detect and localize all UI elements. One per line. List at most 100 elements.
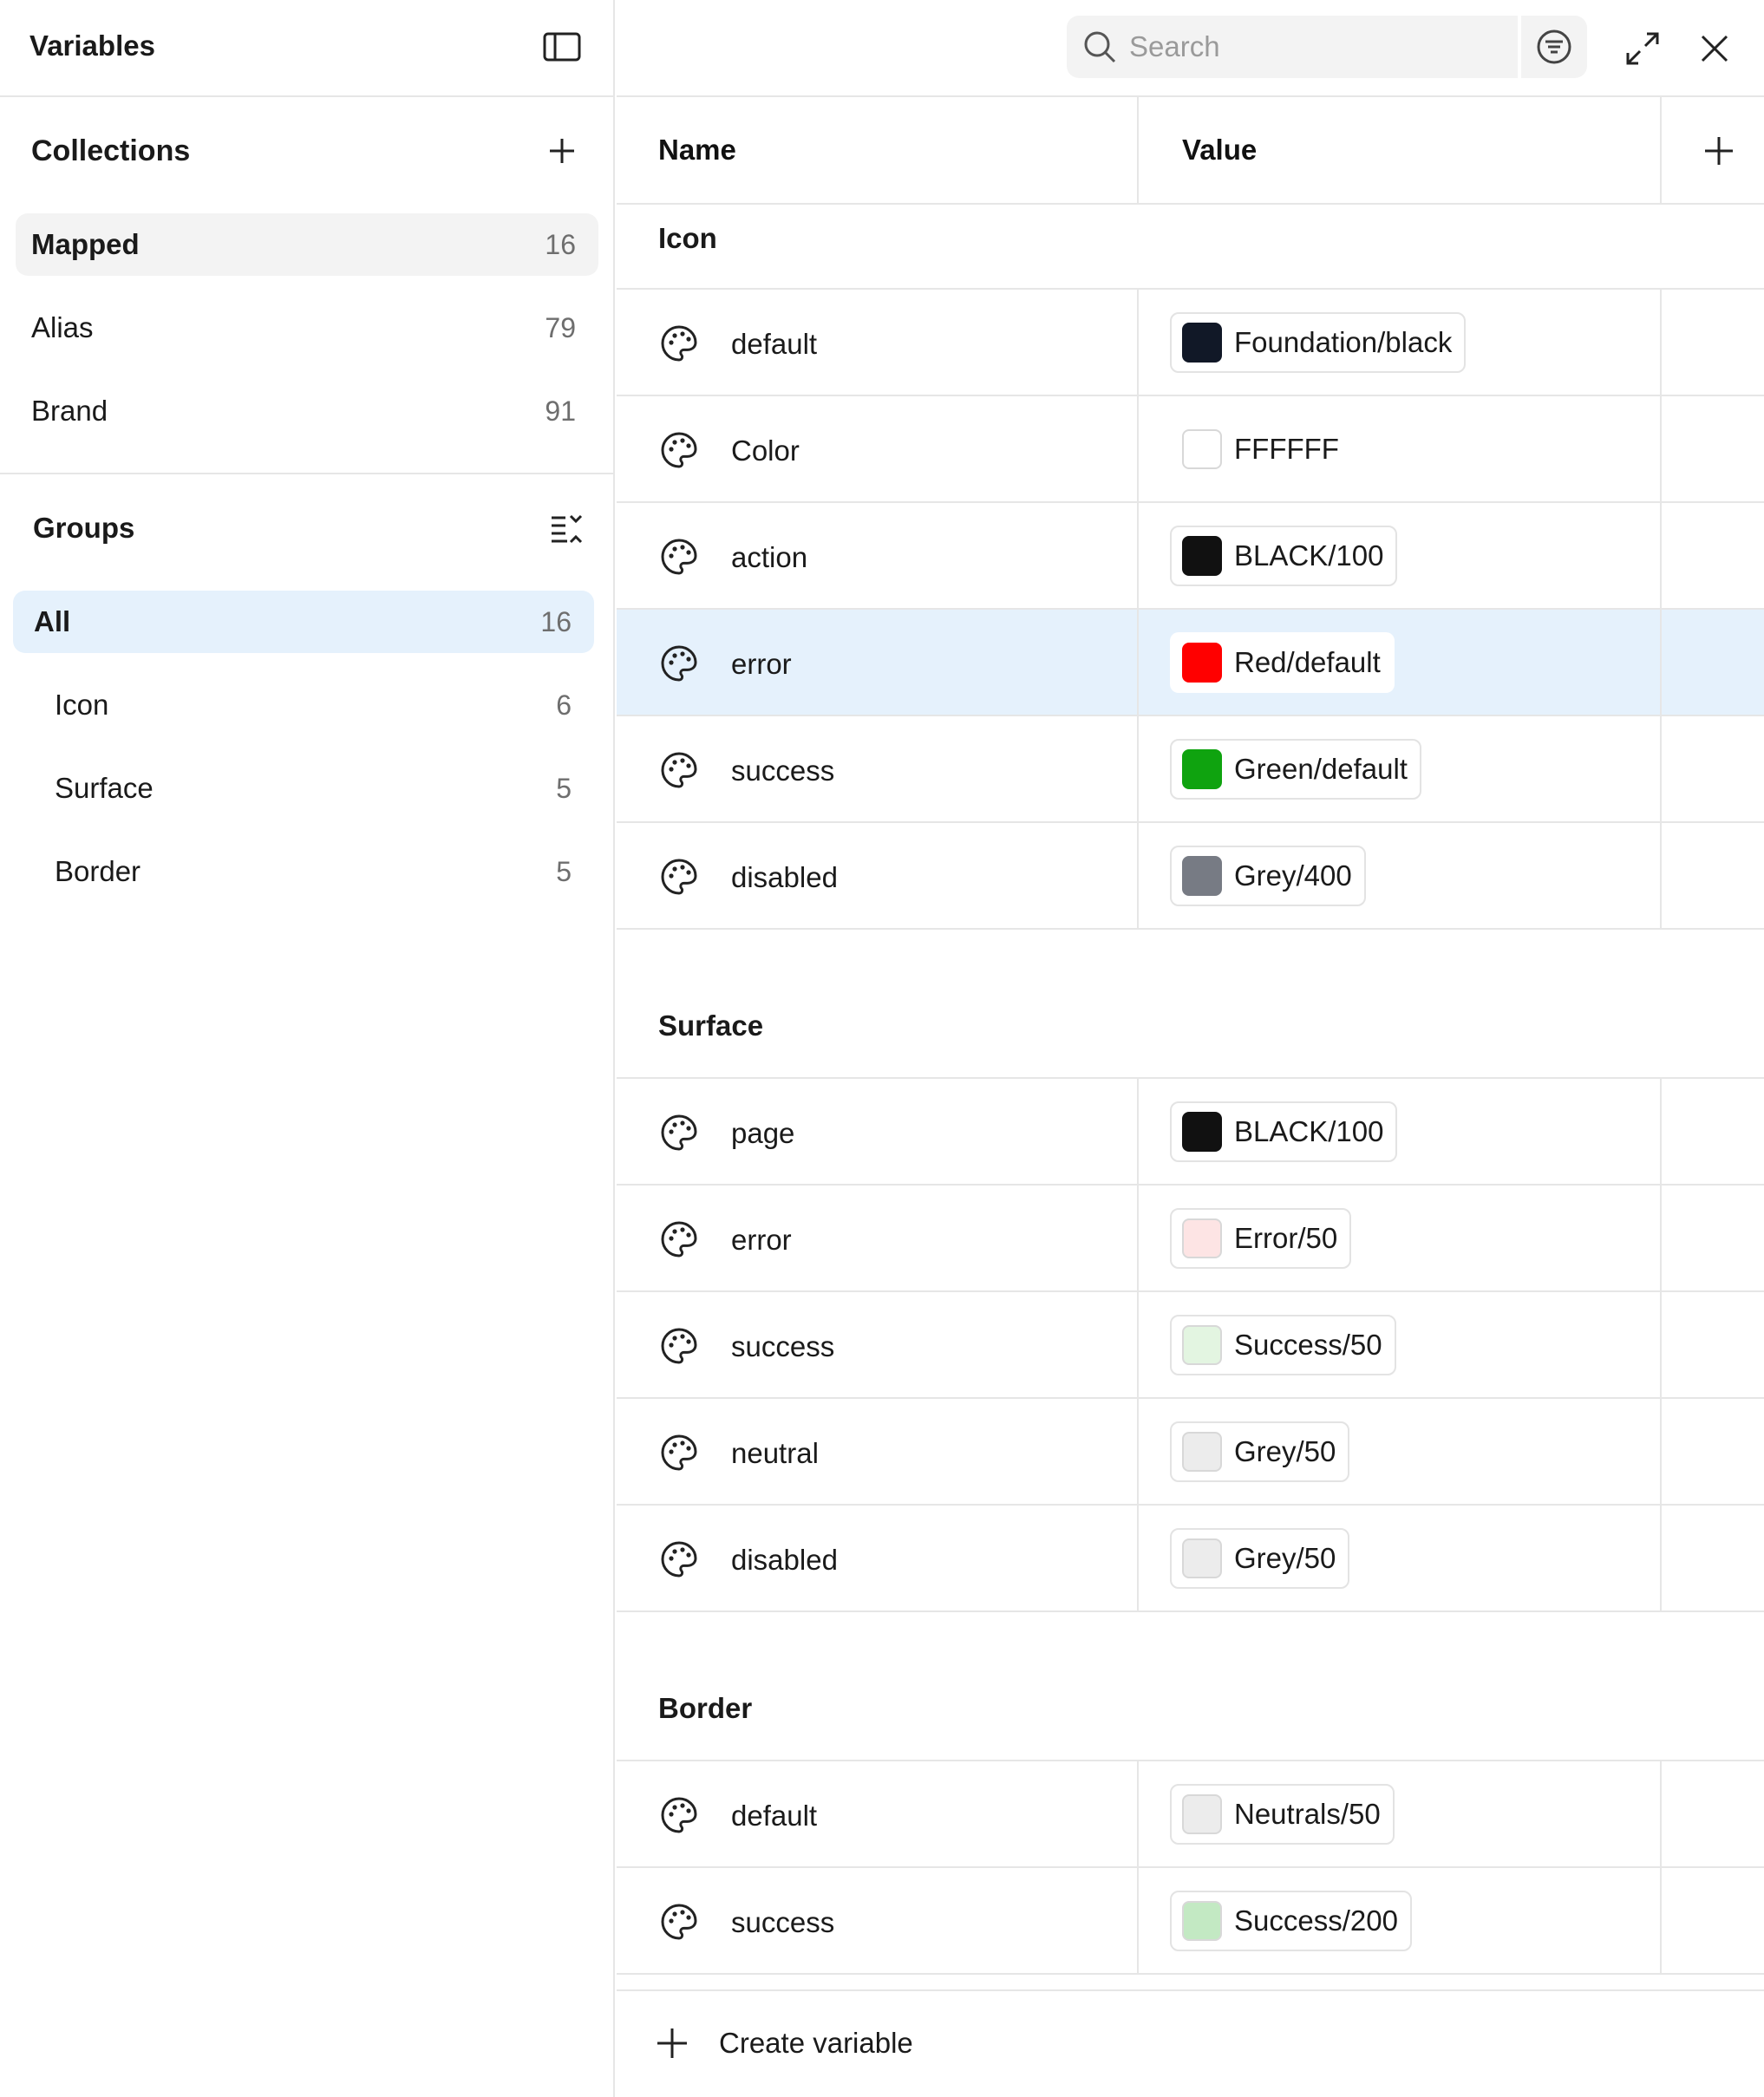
variable-value-chip[interactable]: Foundation/black: [1170, 312, 1467, 373]
group-label: Icon: [55, 689, 109, 721]
palette-icon: [659, 857, 699, 897]
variable-value: FFFFFF: [1234, 433, 1339, 465]
column-divider: [1137, 97, 1139, 205]
group-header-icon: Icon: [617, 205, 1764, 290]
column-divider: [1137, 290, 1139, 396]
variable-row[interactable]: page BLACK/100: [617, 1079, 1764, 1186]
create-variable-label: Create variable: [719, 2027, 913, 2059]
group-item-surface[interactable]: Surface 5: [13, 757, 594, 820]
column-divider: [1660, 1506, 1662, 1612]
variable-row[interactable]: success Success/200: [617, 1868, 1764, 1975]
search-placeholder: Search: [1129, 30, 1220, 62]
variable-value: Grey/50: [1234, 1542, 1336, 1574]
variable-value-chip[interactable]: Grey/50: [1170, 1421, 1350, 1482]
variable-value-chip[interactable]: Grey/400: [1170, 846, 1366, 906]
variable-value: Error/50: [1234, 1222, 1338, 1254]
variable-row[interactable]: disabled Grey/400: [617, 823, 1764, 930]
column-divider: [1660, 823, 1662, 930]
create-variable-button[interactable]: Create variable: [655, 2015, 913, 2071]
collapse-groups-button[interactable]: [545, 506, 590, 552]
close-button[interactable]: [1690, 24, 1739, 73]
search-field[interactable]: Search: [1067, 16, 1518, 78]
palette-icon: [659, 750, 699, 790]
collection-label: Mapped: [31, 228, 140, 260]
variable-row[interactable]: error Red/default: [617, 610, 1764, 716]
variable-name: success: [731, 1330, 835, 1362]
add-collection-button[interactable]: [539, 128, 585, 173]
collection-item-brand[interactable]: Brand 91: [16, 380, 598, 442]
variable-row[interactable]: Color FFFFFF: [617, 396, 1764, 503]
group-header-border: Border: [617, 1612, 1764, 1761]
variable-name: success: [731, 755, 835, 787]
variable-row[interactable]: error Error/50: [617, 1186, 1764, 1292]
variable-value: Success/200: [1234, 1904, 1398, 1937]
variable-row[interactable]: default Foundation/black: [617, 290, 1764, 396]
collection-count: 79: [545, 311, 576, 343]
variable-name: disabled: [731, 861, 838, 893]
color-swatch: [1182, 1325, 1222, 1365]
variable-row[interactable]: default Neutrals/50: [617, 1761, 1764, 1868]
variable-value-chip[interactable]: Success/200: [1170, 1891, 1412, 1951]
variable-value-chip[interactable]: FFFFFF: [1170, 419, 1353, 480]
variable-name: success: [731, 1906, 835, 1938]
variable-value: Grey/50: [1234, 1435, 1336, 1467]
column-divider: [1660, 716, 1662, 823]
column-divider: [1660, 1399, 1662, 1506]
plus-icon: [1705, 137, 1733, 165]
column-divider: [1660, 1292, 1662, 1399]
collection-item-alias[interactable]: Alias 79: [16, 297, 598, 359]
color-swatch: [1182, 643, 1222, 683]
group-title: Border: [658, 1692, 753, 1724]
collection-item-mapped[interactable]: Mapped 16: [16, 213, 598, 276]
group-label: All: [34, 605, 71, 637]
column-divider: [1660, 1186, 1662, 1292]
collections-heading: Collections: [31, 134, 191, 167]
variable-value-chip[interactable]: BLACK/100: [1170, 1101, 1398, 1162]
variable-value-chip[interactable]: Grey/50: [1170, 1528, 1350, 1589]
group-label: Surface: [55, 772, 154, 804]
panel-title: Variables: [29, 29, 155, 62]
variable-row[interactable]: disabled Grey/50: [617, 1506, 1764, 1612]
table-header: Name Value: [617, 97, 1764, 205]
group-item-all[interactable]: All 16: [13, 591, 594, 653]
palette-icon: [659, 323, 699, 363]
column-divider: [1137, 823, 1139, 930]
palette-icon: [659, 1902, 699, 1942]
variable-row[interactable]: success Success/50: [617, 1292, 1764, 1399]
variables-table-panel: Search Name Value Icon default Foundatio…: [617, 0, 1764, 2097]
color-swatch: [1182, 856, 1222, 896]
variable-value-chip[interactable]: Error/50: [1170, 1208, 1352, 1269]
sidebar-panel-icon: [543, 32, 581, 62]
column-divider: [1660, 503, 1662, 610]
group-title: Icon: [658, 222, 717, 254]
palette-icon: [659, 1539, 699, 1579]
collection-count: 16: [545, 228, 576, 260]
group-item-border[interactable]: Border 5: [13, 840, 594, 903]
palette-icon: [659, 1795, 699, 1835]
palette-icon: [659, 1326, 699, 1366]
variable-name: action: [731, 541, 808, 573]
variable-value-chip[interactable]: BLACK/100: [1170, 526, 1398, 586]
variable-value: Foundation/black: [1234, 326, 1453, 358]
add-mode-button[interactable]: [1695, 127, 1743, 175]
expand-button[interactable]: [1618, 24, 1667, 73]
filter-button[interactable]: [1521, 16, 1587, 78]
variable-value-chip[interactable]: Green/default: [1170, 739, 1421, 800]
palette-icon: [659, 1219, 699, 1259]
variable-row[interactable]: neutral Grey/50: [617, 1399, 1764, 1506]
variable-row[interactable]: action BLACK/100: [617, 503, 1764, 610]
variable-name: page: [731, 1117, 795, 1149]
group-item-icon[interactable]: Icon 6: [13, 674, 594, 736]
palette-icon: [659, 430, 699, 470]
variable-value-chip[interactable]: Success/50: [1170, 1315, 1396, 1375]
toggle-sidebar-button[interactable]: [538, 26, 586, 68]
variable-value-chip[interactable]: Red/default: [1170, 632, 1395, 693]
variable-value: Neutrals/50: [1234, 1798, 1381, 1830]
column-divider: [1660, 1868, 1662, 1975]
collection-label: Alias: [31, 311, 94, 343]
plus-icon: [550, 139, 574, 163]
palette-icon: [659, 1433, 699, 1473]
variable-value-chip[interactable]: Neutrals/50: [1170, 1784, 1395, 1845]
list-collapse-icon: [552, 514, 583, 544]
variable-row[interactable]: success Green/default: [617, 716, 1764, 823]
